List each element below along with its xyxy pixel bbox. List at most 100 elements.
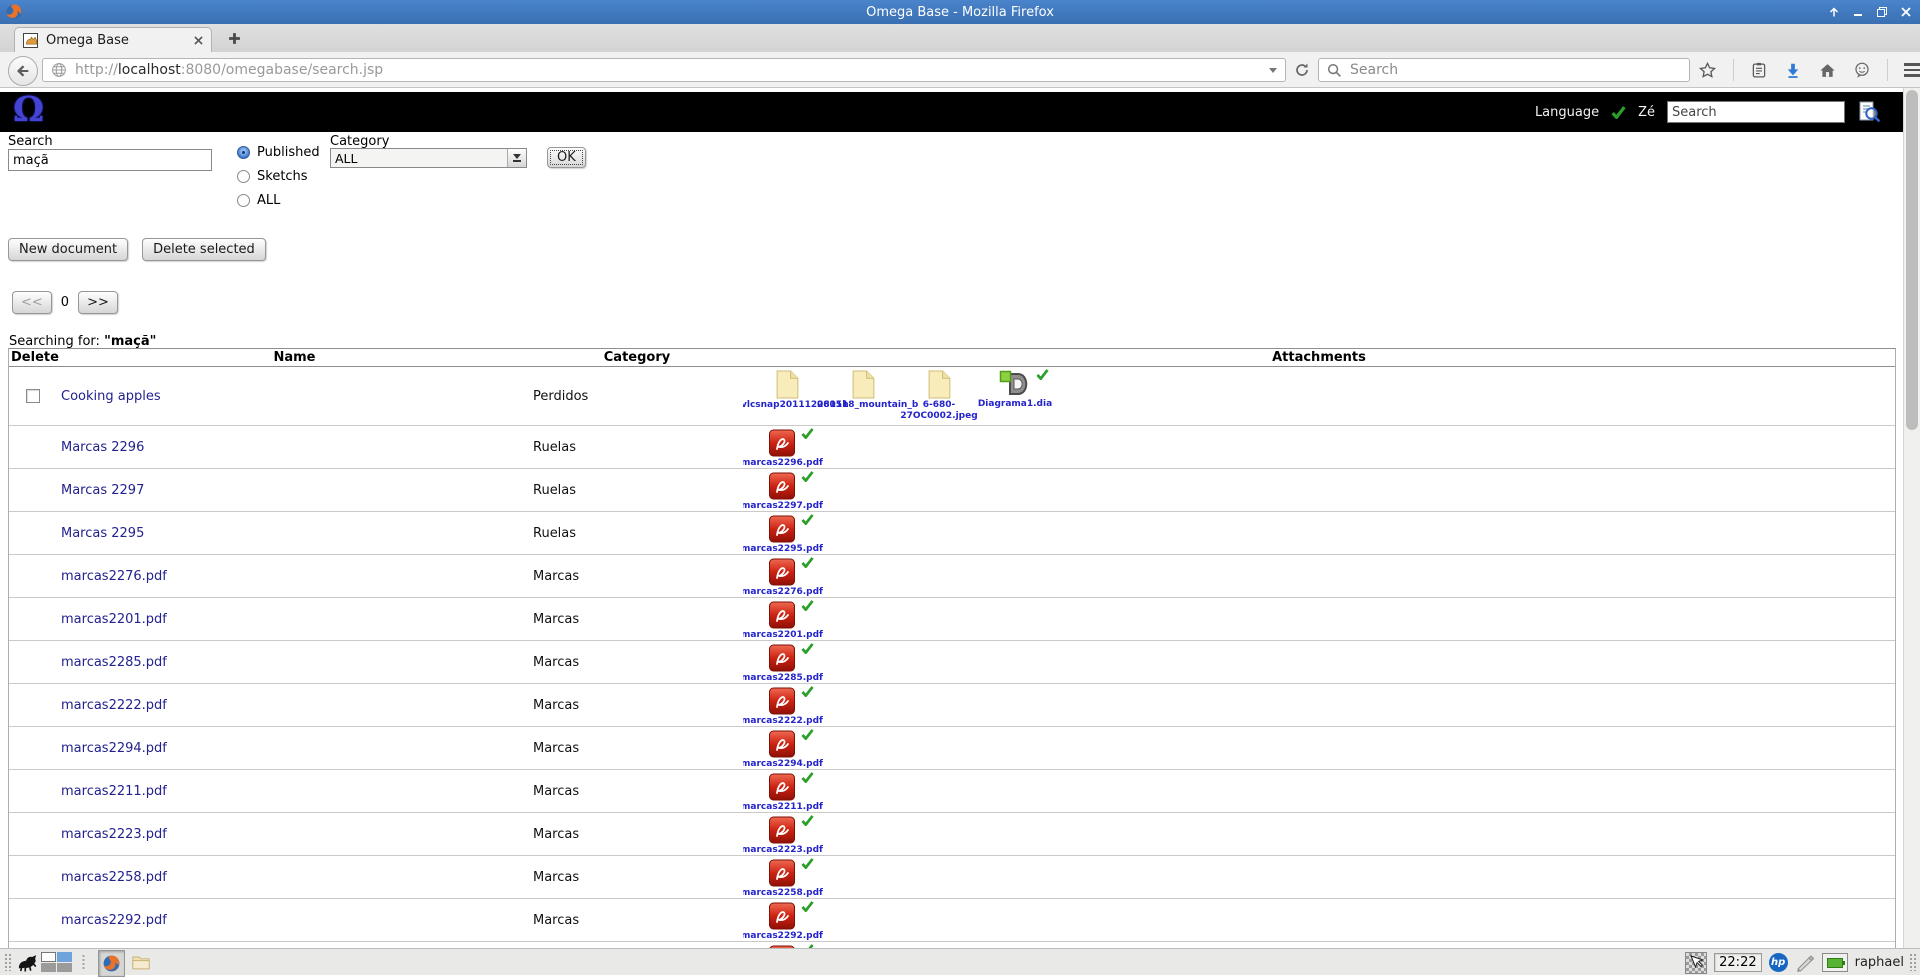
pdf-file-icon[interactable]	[769, 816, 795, 844]
image-file-icon[interactable]	[851, 370, 876, 399]
maximize-window-icon[interactable]	[1875, 6, 1888, 19]
attachment-link[interactable]: marcas2295.pdf	[743, 544, 823, 554]
attachment-link[interactable]: marcas2201.pdf	[743, 630, 823, 640]
user-link[interactable]: Zé	[1638, 105, 1655, 120]
document-link[interactable]: marcas2223.pdf	[61, 827, 167, 842]
pdf-file-icon[interactable]	[769, 644, 795, 672]
workspace-1[interactable]	[41, 952, 56, 962]
pdf-file-icon[interactable]	[769, 730, 795, 758]
attachment-link[interactable]: marcas2297.pdf	[743, 501, 823, 511]
document-link[interactable]: marcas2294.pdf	[61, 741, 167, 756]
pdf-file-icon[interactable]	[769, 859, 795, 887]
table-row: marcas2201.pdfMarcasmarcas2201.pdf	[9, 598, 1895, 641]
document-link[interactable]: marcas2222.pdf	[61, 698, 167, 713]
reload-icon[interactable]	[1294, 62, 1310, 78]
delete-selected-button[interactable]: Delete selected	[142, 238, 266, 261]
document-link[interactable]: marcas2258.pdf	[61, 870, 167, 885]
attachments-cell: marcas2292.pdf	[743, 899, 1895, 941]
url-bar[interactable]: http://localhost:8080/omegabase/search.j…	[42, 58, 1286, 82]
pdf-file-icon[interactable]	[769, 902, 795, 930]
radio-published[interactable]	[237, 146, 250, 159]
attachment-link[interactable]: 060518_mountain_b	[817, 400, 909, 411]
previous-page-button[interactable]: <<	[12, 291, 52, 314]
bookmark-star-icon[interactable]	[1698, 61, 1717, 80]
back-button[interactable]	[8, 56, 38, 86]
taskbar-firefox-button[interactable]	[98, 950, 125, 977]
radio-sketchs[interactable]	[237, 170, 250, 183]
attachment-link[interactable]: marcas2276.pdf	[743, 587, 823, 597]
pdf-file-icon[interactable]	[769, 773, 795, 801]
taskbar-folder-icon[interactable]	[131, 953, 151, 971]
select-dropdown-icon[interactable]	[507, 149, 526, 167]
image-file-icon[interactable]	[927, 370, 952, 399]
close-window-icon[interactable]	[1899, 6, 1912, 19]
url-dropdown-icon[interactable]	[1269, 68, 1277, 73]
attachment-link[interactable]: 6-680-27OC0002.jpeg	[900, 400, 977, 422]
workspace-3[interactable]	[41, 963, 56, 973]
document-link[interactable]: Marcas 2296	[61, 440, 144, 455]
dia-file-icon[interactable]	[999, 370, 1032, 398]
radio-all[interactable]	[237, 194, 250, 207]
query-input[interactable]	[8, 149, 212, 171]
category-select[interactable]: ALL	[330, 148, 527, 168]
attachment-link[interactable]: marcas2211.pdf	[743, 802, 823, 812]
feedback-smiley-icon[interactable]	[1853, 61, 1871, 79]
stylus-icon[interactable]	[1795, 954, 1815, 972]
home-icon[interactable]	[1818, 61, 1837, 80]
tab-close-icon[interactable]	[194, 36, 203, 45]
attachment-link[interactable]: marcas2223.pdf	[743, 845, 823, 855]
site-search-icon[interactable]	[1857, 100, 1881, 124]
downloads-icon[interactable]	[1784, 61, 1802, 80]
attachment-link[interactable]: marcas2296.pdf	[743, 458, 823, 468]
attachment-link[interactable]: marcas2294.pdf	[743, 759, 823, 769]
battery-icon[interactable]	[1822, 953, 1848, 972]
document-link[interactable]: Marcas 2295	[61, 526, 144, 541]
taskbar-clock[interactable]: 22:22	[1714, 953, 1761, 972]
attachment-link[interactable]: marcas2285.pdf	[743, 673, 823, 683]
header-name: Name	[58, 349, 531, 366]
attachment-link[interactable]: marcas2222.pdf	[743, 716, 823, 726]
menu-hamburger-icon[interactable]	[1904, 63, 1920, 77]
taskbar-grip-handle[interactable]	[4, 953, 12, 971]
next-page-button[interactable]: >>	[78, 291, 118, 314]
page-content: Ω Language Zé Search Published Sketchs A…	[0, 88, 1903, 948]
pdf-file-icon[interactable]	[769, 429, 795, 457]
attachment-link[interactable]: marcas2258.pdf	[743, 888, 823, 898]
pdf-file-icon[interactable]	[769, 515, 795, 543]
taskbar-grip-handle[interactable]	[1909, 953, 1917, 971]
document-link[interactable]: marcas2285.pdf	[61, 655, 167, 670]
new-tab-icon[interactable]	[228, 32, 241, 45]
workspace-pager[interactable]	[41, 952, 72, 972]
pointer-tool-button[interactable]	[1685, 952, 1707, 974]
pdf-file-icon[interactable]	[769, 687, 795, 715]
site-identity-globe-icon[interactable]	[51, 62, 67, 78]
document-link[interactable]: Cooking apples	[61, 389, 161, 404]
pdf-file-icon[interactable]	[769, 558, 795, 586]
workspace-2[interactable]	[57, 952, 72, 962]
document-link[interactable]: marcas2211.pdf	[61, 784, 167, 799]
new-document-button[interactable]: New document	[8, 238, 128, 261]
delete-checkbox[interactable]	[26, 389, 40, 403]
document-link[interactable]: marcas2292.pdf	[61, 913, 167, 928]
document-link[interactable]: marcas2276.pdf	[61, 569, 167, 584]
language-link[interactable]: Language	[1535, 105, 1599, 120]
scrollbar-thumb[interactable]	[1906, 90, 1918, 430]
pdf-file-icon[interactable]	[769, 472, 795, 500]
bookmarks-menu-icon[interactable]	[1750, 61, 1768, 80]
ok-button[interactable]: OK	[547, 147, 586, 168]
site-search-input[interactable]	[1667, 101, 1845, 123]
image-file-icon[interactable]	[775, 370, 800, 399]
attachment-link[interactable]: marcas2292.pdf	[743, 931, 823, 941]
shade-window-icon[interactable]	[1827, 6, 1840, 19]
page-scrollbar[interactable]	[1903, 88, 1920, 948]
tab-omega-base[interactable]: Omega Base	[14, 27, 212, 52]
pdf-file-icon[interactable]	[769, 601, 795, 629]
attachment-link[interactable]: Diagrama1.dia	[978, 399, 1052, 410]
app-launcher-icon[interactable]	[17, 952, 39, 972]
document-link[interactable]: Marcas 2297	[61, 483, 144, 498]
document-link[interactable]: marcas2201.pdf	[61, 612, 167, 627]
workspace-4[interactable]	[57, 963, 72, 973]
browser-search-bar[interactable]: Search	[1318, 58, 1690, 82]
radio-published-label: Published	[257, 145, 320, 160]
minimize-window-icon[interactable]	[1851, 6, 1864, 19]
